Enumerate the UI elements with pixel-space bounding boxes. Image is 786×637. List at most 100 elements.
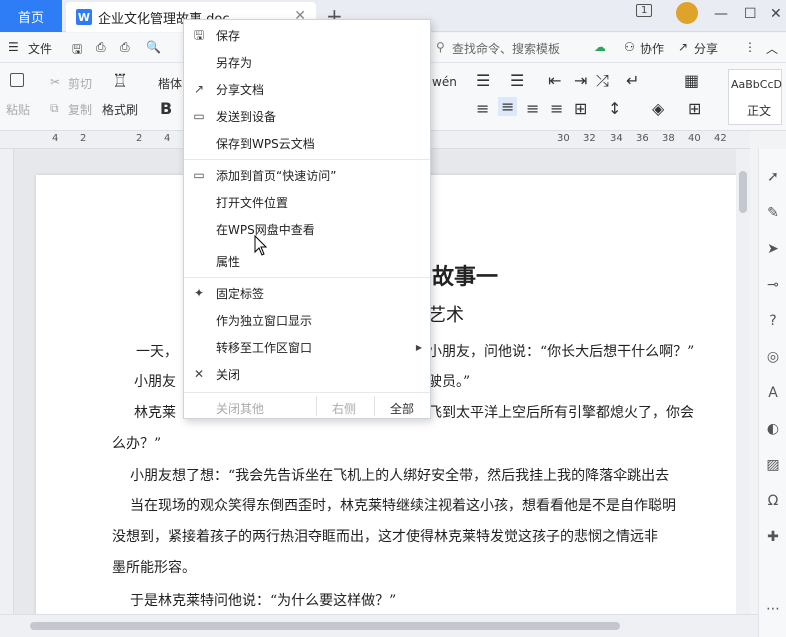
menu-item-properties[interactable]: 属性: [184, 248, 430, 274]
minimize-button[interactable]: —: [714, 6, 728, 22]
menu-divider: [184, 277, 430, 278]
show-marks-icon[interactable]: ↵: [626, 71, 639, 90]
palette-icon[interactable]: ◐: [765, 421, 781, 437]
menu-item-save-to-cloud[interactable]: 保存到WPS云文档: [184, 130, 430, 156]
horizontal-scrollbar[interactable]: [0, 614, 760, 637]
format-brush-icon[interactable]: ♖: [112, 71, 128, 92]
menu-item-save-as[interactable]: 另存为: [184, 49, 430, 75]
menu-divider: [316, 396, 317, 416]
cut-button[interactable]: 剪切: [68, 75, 92, 92]
rocket-icon[interactable]: ➚: [765, 169, 781, 185]
menu-item-pin-tab[interactable]: ✦ 固定标签: [184, 280, 430, 306]
export-icon[interactable]: ⎙: [96, 40, 106, 55]
decrease-indent-icon[interactable]: ⇤: [548, 71, 561, 90]
image-icon[interactable]: ▨: [765, 457, 781, 473]
tab-context-menu: 🖫 保存 另存为 ↗ 分享文档 ▭ 发送到设备 保存到WPS云文档 ▭ 添加到首…: [183, 19, 431, 419]
pointer-icon[interactable]: ➤: [765, 241, 781, 257]
menu-divider: [374, 396, 375, 416]
menu-divider: [184, 392, 430, 393]
copy-button[interactable]: 复制: [68, 101, 92, 118]
menu-item-label: 发送到设备: [216, 109, 277, 124]
vertical-ruler: [0, 149, 14, 614]
vertical-scrollbar[interactable]: [736, 149, 750, 614]
bold-button[interactable]: B: [160, 99, 172, 118]
bullet-list-icon[interactable]: ☰: [476, 71, 490, 90]
menu-item-label: 保存到WPS云文档: [216, 136, 315, 151]
phonetic-button[interactable]: wén: [432, 75, 457, 89]
addon-icon[interactable]: ✚: [765, 529, 781, 545]
border-icon[interactable]: ⊞: [688, 99, 701, 118]
format-brush-button[interactable]: 格式刷: [102, 101, 138, 118]
increase-indent-icon[interactable]: ⇥: [574, 71, 587, 90]
style-name: 正文: [747, 104, 772, 118]
cut-icon[interactable]: ✂: [50, 75, 60, 89]
right-sidebar: ➚ ✎ ➤ ⊸ ? ◎ A ◐ ▨ Ω ✚ ⋯: [758, 149, 786, 637]
menu-item-quick-access[interactable]: ▭ 添加到首页“快速访问”: [184, 162, 430, 188]
ruler-number: 40: [688, 133, 701, 144]
font-selector[interactable]: 楷体: [158, 75, 182, 92]
horizontal-scroll-thumb[interactable]: [30, 622, 620, 630]
paste-icon[interactable]: [10, 73, 24, 90]
save-icon: 🖫: [193, 28, 205, 42]
chinese-layout-icon[interactable]: ⤮: [596, 71, 609, 91]
vertical-scroll-thumb[interactable]: [739, 171, 747, 213]
page-indicator[interactable]: 1: [636, 4, 653, 17]
shading-icon[interactable]: ◈: [652, 99, 664, 118]
close-right-button[interactable]: 右侧: [332, 400, 356, 417]
cloud-sync-icon[interactable]: ☁: [594, 40, 606, 54]
style-gallery[interactable]: AaBbCcD 正文: [728, 69, 782, 125]
save-quick-icon[interactable]: 🖫: [72, 40, 82, 61]
hamburger-icon[interactable]: ☰: [8, 40, 19, 54]
menu-item-label: 固定标签: [216, 286, 265, 301]
menu-item-view-in-drive[interactable]: 在WPS网盘中查看: [184, 216, 430, 242]
more-icon[interactable]: ⋮: [744, 40, 756, 54]
home-tab[interactable]: 首页: [0, 0, 62, 32]
line-spacing-icon[interactable]: ↕: [608, 99, 621, 118]
preview-icon[interactable]: 🔍: [146, 40, 161, 54]
collapse-ribbon-icon[interactable]: ︿: [766, 40, 778, 57]
justify-icon[interactable]: ≡: [550, 99, 563, 118]
shapes-icon[interactable]: ◎: [765, 349, 781, 365]
menu-item-send-to-device[interactable]: ▭ 发送到设备: [184, 103, 430, 129]
help-icon[interactable]: ?: [765, 313, 781, 329]
menu-item-save[interactable]: 🖫 保存: [184, 22, 430, 48]
ruler-number: 38: [662, 133, 675, 144]
align-left-icon[interactable]: ≡: [476, 99, 489, 118]
menu-item-share[interactable]: ↗ 分享文档: [184, 76, 430, 102]
symbol-icon[interactable]: Ω: [765, 493, 781, 509]
close-window-button[interactable]: ✕: [770, 6, 782, 22]
table-icon[interactable]: ▦: [684, 71, 699, 90]
menu-item-move-to-workspace[interactable]: 转移至工作区窗口 ▶: [184, 334, 430, 360]
avatar[interactable]: [676, 2, 698, 24]
copy-icon[interactable]: ⧉: [50, 101, 59, 116]
adjust-icon[interactable]: ⊸: [765, 277, 781, 293]
numbered-list-icon[interactable]: ☰: [510, 71, 524, 90]
distribute-icon[interactable]: ⊞: [574, 99, 587, 118]
menu-item-separate-window[interactable]: 作为独立窗口显示: [184, 307, 430, 333]
maximize-button[interactable]: ☐: [744, 6, 757, 22]
menu-item-label: 另存为: [216, 55, 253, 70]
paste-button[interactable]: 粘贴: [6, 101, 30, 118]
align-right-icon[interactable]: ≡: [526, 99, 539, 118]
align-center-icon[interactable]: ≡: [498, 97, 518, 116]
menu-item-label: 属性: [216, 254, 241, 269]
text-effect-icon[interactable]: A: [765, 385, 781, 401]
submenu-arrow-icon: ▶: [415, 342, 422, 352]
menu-item-open-location[interactable]: 打开文件位置: [184, 189, 430, 215]
share-button[interactable]: 分享: [694, 40, 718, 57]
doc-line: 墨所能形容。: [112, 560, 196, 576]
close-all-button[interactable]: 全部: [390, 400, 414, 417]
pen-icon[interactable]: ✎: [765, 205, 781, 221]
more-tools-icon[interactable]: ⋯: [765, 601, 781, 617]
collab-button[interactable]: 协作: [640, 40, 664, 57]
search-icon[interactable]: ⚲: [436, 40, 445, 54]
close-icon: ✕: [193, 367, 205, 381]
doc-subtitle: 艺术: [428, 305, 464, 326]
file-menu[interactable]: 文件: [28, 40, 52, 57]
print-icon[interactable]: ⎙: [120, 40, 130, 55]
search-commands-input[interactable]: 查找命令、搜索模板: [452, 40, 560, 57]
close-others-button[interactable]: 关闭其他: [216, 400, 264, 417]
doc-line: 么办？”: [112, 436, 162, 452]
menu-item-close[interactable]: ✕ 关闭: [184, 361, 430, 387]
menu-item-label: 作为独立窗口显示: [216, 313, 313, 328]
